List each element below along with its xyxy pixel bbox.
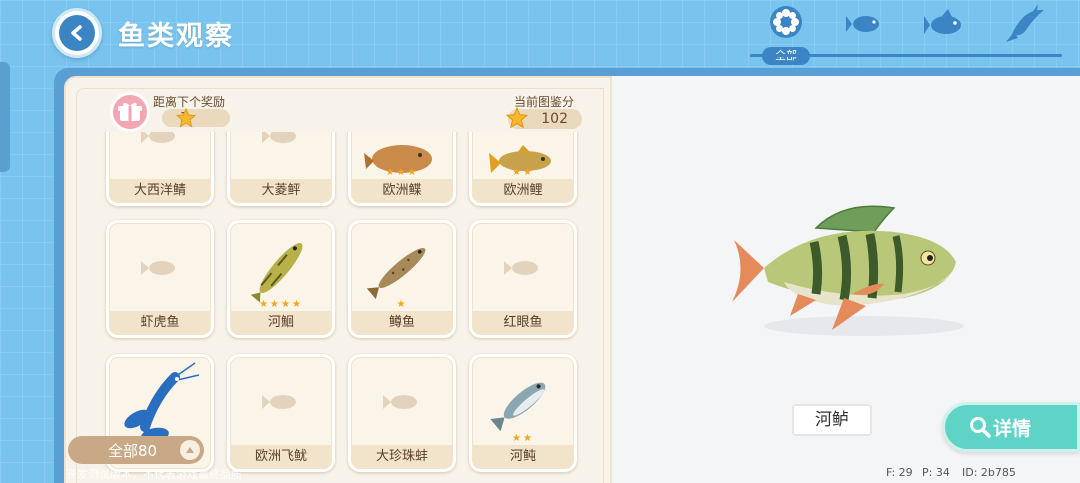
fish-card[interactable]: 红眼鱼 <box>469 220 577 338</box>
filter-medium-fish[interactable] <box>916 8 976 58</box>
small-fish-icon <box>846 16 879 32</box>
fish-card[interactable]: 大菱鲆 <box>227 132 335 206</box>
shark-icon <box>1006 4 1044 42</box>
filter-small-fish[interactable] <box>836 10 896 60</box>
debug-f: F: 29 <box>886 466 913 479</box>
filter-shark[interactable] <box>996 4 1056 54</box>
crayfish-icon <box>109 357 211 447</box>
fish-card-name: 鳟鱼 <box>351 311 453 335</box>
fish-card-name: 虾虎鱼 <box>109 311 211 335</box>
selected-fish-name: 河鲈 <box>792 404 872 436</box>
star-icon <box>176 108 196 128</box>
fish-card-name: 欧洲鲤 <box>472 179 574 203</box>
fish-card[interactable]: 虾虎鱼 <box>106 220 214 338</box>
filter-underline <box>750 54 1062 57</box>
fish-card-name: 河鮰 <box>230 311 332 335</box>
flower-icon <box>770 6 802 38</box>
medium-fish-icon <box>924 9 961 34</box>
category-filter-bar: 全部 <box>750 4 1062 65</box>
fish-card-name: 大珍珠蚌 <box>351 445 453 469</box>
details-button[interactable]: 详情 <box>942 402 1080 452</box>
search-icon <box>970 417 991 438</box>
fish-card[interactable]: ★★★★ 河鮰 <box>227 220 335 338</box>
fish-silhouette-icon <box>109 132 211 181</box>
arrow-left-icon <box>59 15 95 51</box>
dev-build-note: 开发测试版本，不代表游戏最终品质 <box>66 468 242 481</box>
fish-card[interactable]: ★★★ 欧洲鲽 <box>348 132 456 206</box>
fish-card[interactable]: ★★ 欧洲鲤 <box>469 132 577 206</box>
fish-card[interactable]: 大珍珠蚌 <box>348 354 456 472</box>
fish-silhouette-icon <box>230 132 332 181</box>
debug-id: ID: 2b785 <box>962 466 1016 479</box>
total-label: 全部80 <box>108 441 158 460</box>
fish-card-name: 大西洋鲭 <box>109 179 211 203</box>
fish-card-grid[interactable]: 大西洋鲭 大菱鲆 ★★★ 欧洲鲽 ★★ 欧洲鲤 虾虎鱼 ★★★★ 河鮰 ★ 鳟鱼… <box>100 132 590 477</box>
fish-silhouette-icon <box>109 223 211 313</box>
back-button[interactable] <box>52 8 102 58</box>
fish-silhouette-icon <box>472 223 574 313</box>
fish-card-name: 河鲀 <box>472 445 574 469</box>
fish-card-name: 欧洲鲽 <box>351 179 453 203</box>
fish-card-name: 红眼鱼 <box>472 311 574 335</box>
fish-silhouette-icon <box>230 357 332 447</box>
collection-filter-toggle[interactable]: 全部80 <box>68 436 204 464</box>
perch-illustration <box>732 205 964 336</box>
fish-silhouette-icon <box>351 357 453 447</box>
debug-p: P: 34 <box>922 466 950 479</box>
score-value: 102 <box>541 111 568 127</box>
gift-icon[interactable] <box>110 92 150 132</box>
page-title: 鱼类观察 <box>118 21 234 52</box>
header: 鱼类观察 全部 <box>0 0 1080 70</box>
side-tab[interactable] <box>0 62 10 172</box>
chevron-up-icon <box>180 440 200 460</box>
star-icon <box>506 107 528 129</box>
fish-card-name: 大菱鲆 <box>230 179 332 203</box>
fish-card-name: 欧洲飞鱿 <box>230 445 332 469</box>
fish-card[interactable]: 大西洋鲭 <box>106 132 214 206</box>
fish-card[interactable]: 欧洲飞鱿 <box>227 354 335 472</box>
fish-card[interactable]: ★★ 河鲀 <box>469 354 577 472</box>
fish-card[interactable]: ★ 鳟鱼 <box>348 220 456 338</box>
details-label: 详情 <box>993 417 1032 440</box>
reward-counter: 3 <box>162 109 230 127</box>
